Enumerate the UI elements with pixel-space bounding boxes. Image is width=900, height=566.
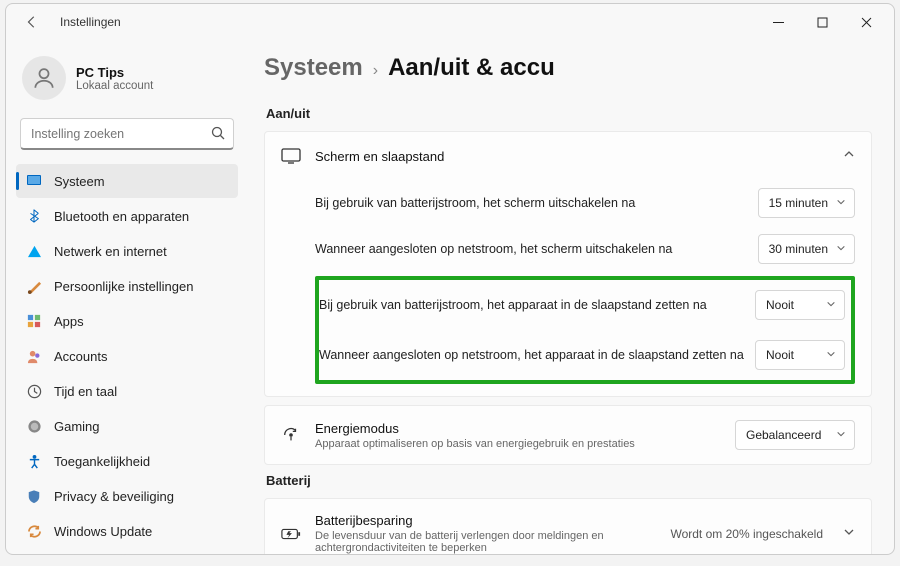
nav-label: Persoonlijke instellingen	[54, 279, 193, 294]
accessibility-icon	[26, 453, 42, 469]
nav-item-network[interactable]: Netwerk en internet	[16, 234, 238, 268]
row-screen-off-battery: Bij gebruik van batterijstroom, het sche…	[315, 180, 855, 226]
breadcrumb-separator: ›	[373, 62, 378, 80]
nav-label: Toegankelijkheid	[54, 454, 150, 469]
clock-icon	[26, 383, 42, 399]
user-name: PC Tips	[76, 65, 153, 80]
accounts-icon	[26, 348, 42, 364]
nav-label: Bluetooth en apparaten	[54, 209, 189, 224]
nav-label: Tijd en taal	[54, 384, 117, 399]
nav-item-privacy[interactable]: Privacy & beveiliging	[16, 479, 238, 513]
row-label: Bij gebruik van batterijstroom, het appa…	[319, 298, 755, 312]
energy-icon	[281, 425, 301, 445]
row-screen-off-ac: Wanneer aangesloten op netstroom, het sc…	[315, 226, 855, 272]
nav-label: Gaming	[54, 419, 100, 434]
chevron-down-icon	[843, 525, 855, 543]
select-value: 30 minuten	[769, 242, 828, 256]
nav-item-gaming[interactable]: Gaming	[16, 409, 238, 443]
nav-label: Systeem	[54, 174, 105, 189]
screen-sleep-title: Scherm en slaapstand	[315, 149, 829, 164]
main-content: Systeem › Aan/uit & accu Aan/uit Scherm …	[244, 40, 894, 554]
system-icon	[26, 173, 42, 189]
select-sleep-ac[interactable]: Nooit	[755, 340, 845, 370]
battery-saver-header[interactable]: Batterijbesparing De levensduur van de b…	[265, 499, 871, 554]
row-label: Wanneer aangesloten op netstroom, het sc…	[315, 242, 758, 256]
screen-sleep-rows: Bij gebruik van batterijstroom, het sche…	[265, 180, 871, 396]
page-title: Aan/uit & accu	[388, 54, 555, 82]
nav-label: Apps	[54, 314, 84, 329]
battery-saver-value: Wordt om 20% ingeschakeld	[670, 527, 823, 541]
nav-label: Windows Update	[54, 524, 152, 539]
battery-saver-icon	[281, 524, 301, 544]
shield-icon	[26, 488, 42, 504]
select-value: Nooit	[766, 298, 794, 312]
settings-window: Instellingen PC Tips Lokaal account	[5, 3, 895, 555]
nav-item-apps[interactable]: Apps	[16, 304, 238, 338]
select-screen-off-battery[interactable]: 15 minuten	[758, 188, 855, 218]
window-title: Instellingen	[60, 15, 121, 29]
nav-label: Accounts	[54, 349, 107, 364]
nav-item-accessibility[interactable]: Toegankelijkheid	[16, 444, 238, 478]
nav-item-windows-update[interactable]: Windows Update	[16, 514, 238, 548]
search-wrap	[20, 118, 234, 150]
chevron-down-icon	[836, 428, 846, 442]
search-icon	[210, 125, 226, 146]
search-input[interactable]	[20, 118, 234, 150]
chevron-down-icon	[836, 196, 846, 210]
user-block[interactable]: PC Tips Lokaal account	[16, 50, 238, 118]
sidebar: PC Tips Lokaal account Systeem Bluetooth…	[6, 40, 244, 554]
energy-title: Energiemodus	[315, 421, 721, 436]
select-value: 15 minuten	[769, 196, 828, 210]
battery-saver-title: Batterijbesparing	[315, 513, 656, 528]
select-energy-mode[interactable]: Gebalanceerd	[735, 420, 855, 450]
row-label: Bij gebruik van batterijstroom, het sche…	[315, 196, 758, 210]
select-value: Gebalanceerd	[746, 428, 821, 442]
chevron-up-icon	[843, 147, 855, 165]
close-button[interactable]	[844, 7, 888, 37]
highlight-annotation: Bij gebruik van batterijstroom, het appa…	[315, 276, 855, 384]
select-screen-off-ac[interactable]: 30 minuten	[758, 234, 855, 264]
screen-sleep-header[interactable]: Scherm en slaapstand	[265, 132, 871, 180]
nav-item-time-language[interactable]: Tijd en taal	[16, 374, 238, 408]
apps-icon	[26, 313, 42, 329]
nav-label: Netwerk en internet	[54, 244, 167, 259]
breadcrumb-parent[interactable]: Systeem	[264, 54, 363, 82]
nav-item-accounts[interactable]: Accounts	[16, 339, 238, 373]
gaming-icon	[26, 418, 42, 434]
network-icon	[26, 243, 42, 259]
screen-sleep-card: Scherm en slaapstand Bij gebruik van bat…	[264, 131, 872, 397]
nav-label: Privacy & beveiliging	[54, 489, 174, 504]
battery-saver-sub: De levensduur van de batterij verlengen …	[315, 530, 656, 554]
nav-list: Systeem Bluetooth en apparaten Netwerk e…	[16, 164, 238, 548]
titlebar: Instellingen	[6, 4, 894, 40]
maximize-button[interactable]	[800, 7, 844, 37]
back-button[interactable]	[20, 10, 44, 34]
section-label-aanuit: Aan/uit	[266, 106, 872, 121]
select-value: Nooit	[766, 348, 794, 362]
nav-item-systeem[interactable]: Systeem	[16, 164, 238, 198]
nav-item-bluetooth[interactable]: Bluetooth en apparaten	[16, 199, 238, 233]
avatar	[22, 56, 66, 100]
energy-sub: Apparaat optimaliseren op basis van ener…	[315, 438, 721, 450]
battery-saver-card: Batterijbesparing De levensduur van de b…	[264, 498, 872, 554]
nav-item-personalization[interactable]: Persoonlijke instellingen	[16, 269, 238, 303]
row-label: Wanneer aangesloten op netstroom, het ap…	[319, 348, 755, 362]
chevron-down-icon	[826, 348, 836, 362]
screen-icon	[281, 146, 301, 166]
minimize-button[interactable]	[756, 7, 800, 37]
chevron-down-icon	[836, 242, 846, 256]
row-sleep-battery: Bij gebruik van batterijstroom, het appa…	[319, 280, 851, 330]
energy-mode-header[interactable]: Energiemodus Apparaat optimaliseren op b…	[265, 406, 871, 464]
row-sleep-ac: Wanneer aangesloten op netstroom, het ap…	[319, 330, 851, 380]
update-icon	[26, 523, 42, 539]
user-sub: Lokaal account	[76, 80, 153, 92]
section-label-batterij: Batterij	[266, 473, 872, 488]
energy-mode-card: Energiemodus Apparaat optimaliseren op b…	[264, 405, 872, 465]
bluetooth-icon	[26, 208, 42, 224]
chevron-down-icon	[826, 298, 836, 312]
brush-icon	[26, 278, 42, 294]
select-sleep-battery[interactable]: Nooit	[755, 290, 845, 320]
breadcrumb: Systeem › Aan/uit & accu	[264, 54, 872, 82]
